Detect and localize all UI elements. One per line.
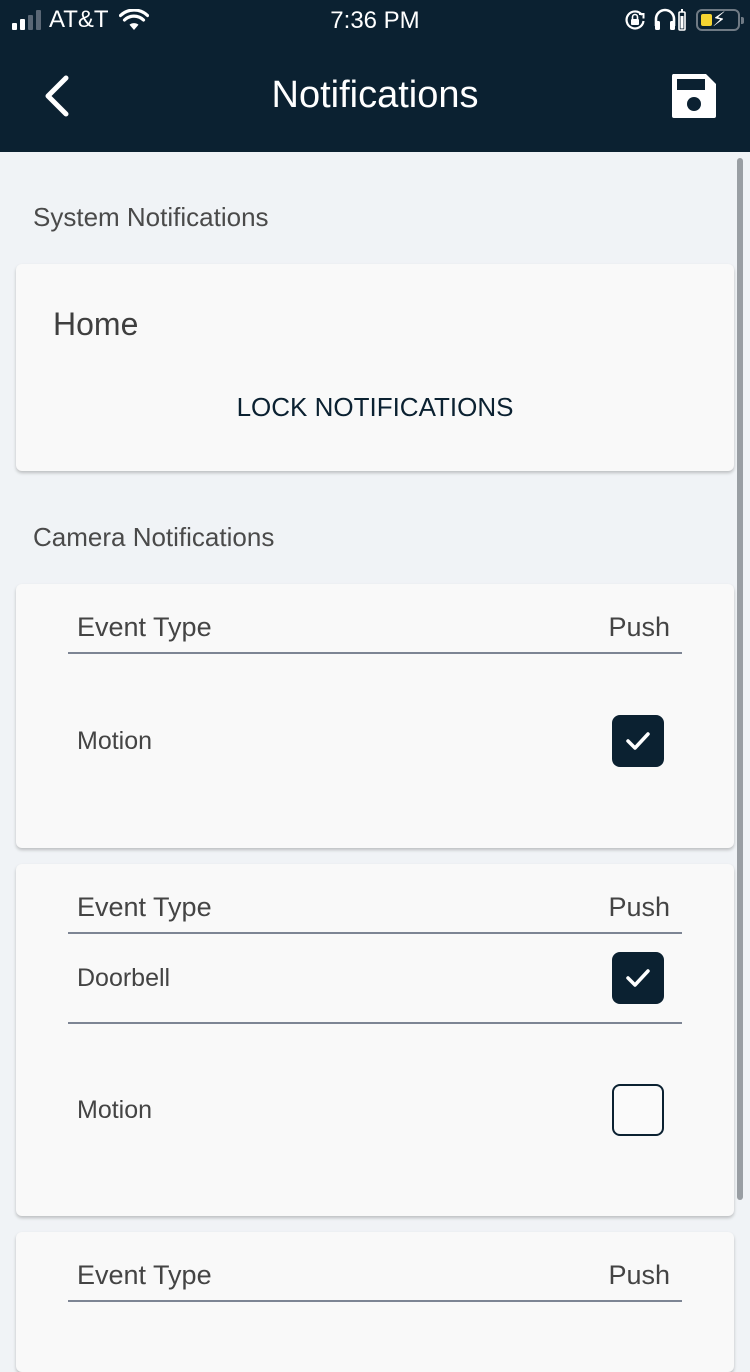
headphones-icon xyxy=(654,8,686,31)
camera-card: Event Type Push Motion xyxy=(16,584,734,848)
status-bar: AT&T 7:36 PM ⚡ xyxy=(0,0,750,40)
event-label-doorbell: Doorbell xyxy=(77,964,171,992)
event-label-motion: Motion xyxy=(77,1096,153,1124)
push-checkbox-motion[interactable] xyxy=(612,715,664,767)
app-header: AT&T 7:36 PM ⚡ Notifications xyxy=(0,0,750,152)
table-header: Event Type Push xyxy=(68,864,682,934)
home-card: Home LOCK NOTIFICATIONS xyxy=(16,264,734,471)
nav-bar: Notifications xyxy=(0,40,750,152)
save-button[interactable] xyxy=(670,72,718,120)
lock-notifications-button[interactable]: LOCK NOTIFICATIONS xyxy=(16,392,734,423)
push-header: Push xyxy=(608,1260,670,1290)
notifications-content: System Notifications Home LOCK NOTIFICAT… xyxy=(0,152,750,1372)
battery-charging-icon: ⚡ xyxy=(696,9,744,31)
event-type-header: Event Type xyxy=(77,612,212,642)
camera-card: Event Type Push Doorbell Motion xyxy=(16,864,734,1216)
push-header: Push xyxy=(608,612,670,642)
table-header: Event Type Push xyxy=(68,584,682,654)
event-type-header: Event Type xyxy=(77,1260,212,1290)
scrollbar[interactable] xyxy=(737,158,743,1200)
push-header: Push xyxy=(608,892,670,922)
event-type-header: Event Type xyxy=(77,892,212,922)
system-notifications-label: System Notifications xyxy=(33,202,269,232)
push-checkbox-motion[interactable] xyxy=(612,1084,664,1136)
status-right: ⚡ xyxy=(624,7,744,33)
camera-notifications-label: Camera Notifications xyxy=(33,522,275,552)
checkmark-icon xyxy=(626,732,650,750)
page-title: Notifications xyxy=(271,74,479,116)
floppy-disk-icon xyxy=(671,74,716,118)
orientation-lock-icon xyxy=(625,10,645,30)
table-header: Event Type Push xyxy=(68,1232,682,1302)
home-card-title: Home xyxy=(53,306,139,342)
row-divider xyxy=(68,1022,682,1024)
checkmark-icon xyxy=(626,969,650,987)
push-checkbox-doorbell[interactable] xyxy=(612,952,664,1004)
event-label-motion: Motion xyxy=(77,727,153,755)
camera-card: Event Type Push xyxy=(16,1232,734,1372)
